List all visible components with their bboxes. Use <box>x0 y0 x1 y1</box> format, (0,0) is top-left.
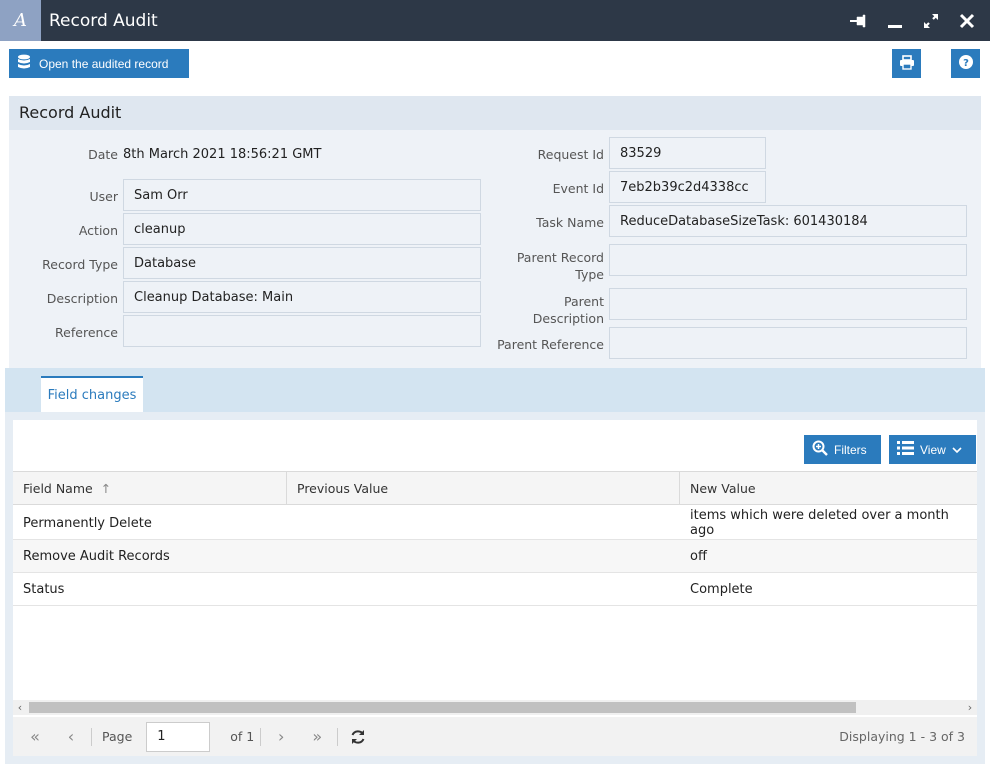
window-title: Record Audit <box>49 10 158 31</box>
page-label: Page <box>102 729 133 744</box>
refresh-icon[interactable] <box>344 723 372 751</box>
cell-field-name: Permanently Delete <box>23 515 152 531</box>
record-type-field: Database <box>123 247 481 279</box>
column-header-field-name[interactable]: Field Name ↑ <box>13 472 287 504</box>
pager-separator <box>91 727 92 746</box>
scroll-left-icon[interactable]: ‹ <box>13 700 27 715</box>
cell-previous-value <box>287 573 680 605</box>
user-label: User <box>89 189 119 204</box>
parent-reference-field <box>609 327 967 359</box>
svg-text:?: ? <box>963 58 969 69</box>
database-icon <box>17 54 31 73</box>
open-audited-record-label: Open the audited record <box>39 56 169 71</box>
cell-field-name: Remove Audit Records <box>23 548 170 564</box>
record-audit-panel: Date 8th March 2021 18:56:21 GMT User Sa… <box>9 130 981 368</box>
displaying-count: Displaying 1 - 3 of 3 <box>839 729 965 744</box>
help-button[interactable]: ? <box>951 49 980 78</box>
task-name-label: Task Name <box>536 215 604 230</box>
first-page-icon[interactable]: « <box>21 723 49 751</box>
filters-button[interactable]: Filters <box>804 435 881 464</box>
print-button[interactable] <box>892 49 921 78</box>
next-page-icon[interactable]: › <box>267 723 295 751</box>
parent-description-field <box>609 288 967 320</box>
cell-new-value: off <box>690 548 707 564</box>
parent-record-type-field <box>609 244 967 276</box>
tab-field-changes[interactable]: Field changes <box>41 376 143 412</box>
print-icon <box>899 54 915 73</box>
field-changes-panel: Filters View Field Name ↑ Previous Value… <box>5 412 985 764</box>
view-menu-button[interactable]: View <box>889 435 976 464</box>
cell-field-name: Status <box>23 581 65 597</box>
scroll-right-icon[interactable]: › <box>963 700 977 715</box>
pagination-bar: « ‹ Page of 1 › » Displaying 1 - 3 of 3 <box>13 717 977 756</box>
parent-description-label: Parent Description <box>532 294 604 326</box>
cell-previous-value <box>287 540 680 572</box>
page-number-input[interactable] <box>146 721 211 752</box>
reference-field <box>123 315 481 347</box>
minimize-icon[interactable] <box>884 10 906 32</box>
event-id-label: Event Id <box>552 181 604 196</box>
sort-ascending-icon: ↑ <box>100 480 112 496</box>
request-id-field: 83529 <box>609 137 766 169</box>
action-label: Action <box>78 223 118 238</box>
user-field: Sam Orr <box>123 179 481 211</box>
request-id-label: Request Id <box>537 147 604 162</box>
open-audited-record-button[interactable]: Open the audited record <box>9 49 189 78</box>
parent-record-type-label: Parent Record Type <box>516 250 604 282</box>
event-id-field: 7eb2b39c2d4338cc <box>609 171 766 203</box>
close-icon[interactable] <box>956 10 978 32</box>
scrollbar-thumb[interactable] <box>29 702 856 713</box>
pin-icon[interactable] <box>848 10 870 32</box>
maximize-icon[interactable] <box>920 10 942 32</box>
window-controls <box>848 0 978 41</box>
column-header-new-value[interactable]: New Value <box>680 472 977 504</box>
window-titlebar: A Record Audit <box>0 0 990 41</box>
record-type-label: Record Type <box>42 257 118 272</box>
pager-separator <box>260 727 262 746</box>
cell-new-value: items which were deleted over a month ag… <box>690 508 949 538</box>
list-view-icon <box>897 441 914 458</box>
help-icon: ? <box>958 54 974 73</box>
reference-label: Reference <box>55 325 118 340</box>
page-count: of 1 <box>230 729 255 744</box>
previous-page-icon[interactable]: ‹ <box>57 723 85 751</box>
parent-reference-label: Parent Reference <box>497 337 604 352</box>
horizontal-scrollbar[interactable]: ‹ › <box>13 700 977 715</box>
view-label: View <box>920 442 946 457</box>
description-field: Cleanup Database: Main <box>123 281 481 313</box>
table-row[interactable]: Status Complete <box>13 573 977 606</box>
action-field: cleanup <box>123 213 481 245</box>
app-logo: A <box>0 0 41 41</box>
cell-previous-value <box>287 507 680 539</box>
table-row[interactable]: Remove Audit Records off <box>13 540 977 573</box>
grid-header-row: Field Name ↑ Previous Value New Value <box>13 471 977 505</box>
tab-strip: Field changes <box>5 368 985 412</box>
column-header-previous-value[interactable]: Previous Value <box>287 472 680 504</box>
description-label: Description <box>46 291 118 306</box>
last-page-icon[interactable]: » <box>303 723 331 751</box>
date-value: 8th March 2021 18:56:21 GMT <box>123 147 322 162</box>
zoom-search-icon <box>812 440 828 459</box>
table-row[interactable]: Permanently Delete items which were dele… <box>13 507 977 540</box>
pager-separator <box>337 727 339 746</box>
record-audit-panel-title: Record Audit <box>9 96 981 130</box>
field-changes-grid: Filters View Field Name ↑ Previous Value… <box>13 420 977 756</box>
filters-label: Filters <box>834 442 867 457</box>
chevron-down-icon <box>952 443 962 457</box>
cell-new-value: Complete <box>690 581 753 597</box>
date-label: Date <box>88 147 118 162</box>
task-name-field: ReduceDatabaseSizeTask: 601430184 <box>609 205 967 237</box>
